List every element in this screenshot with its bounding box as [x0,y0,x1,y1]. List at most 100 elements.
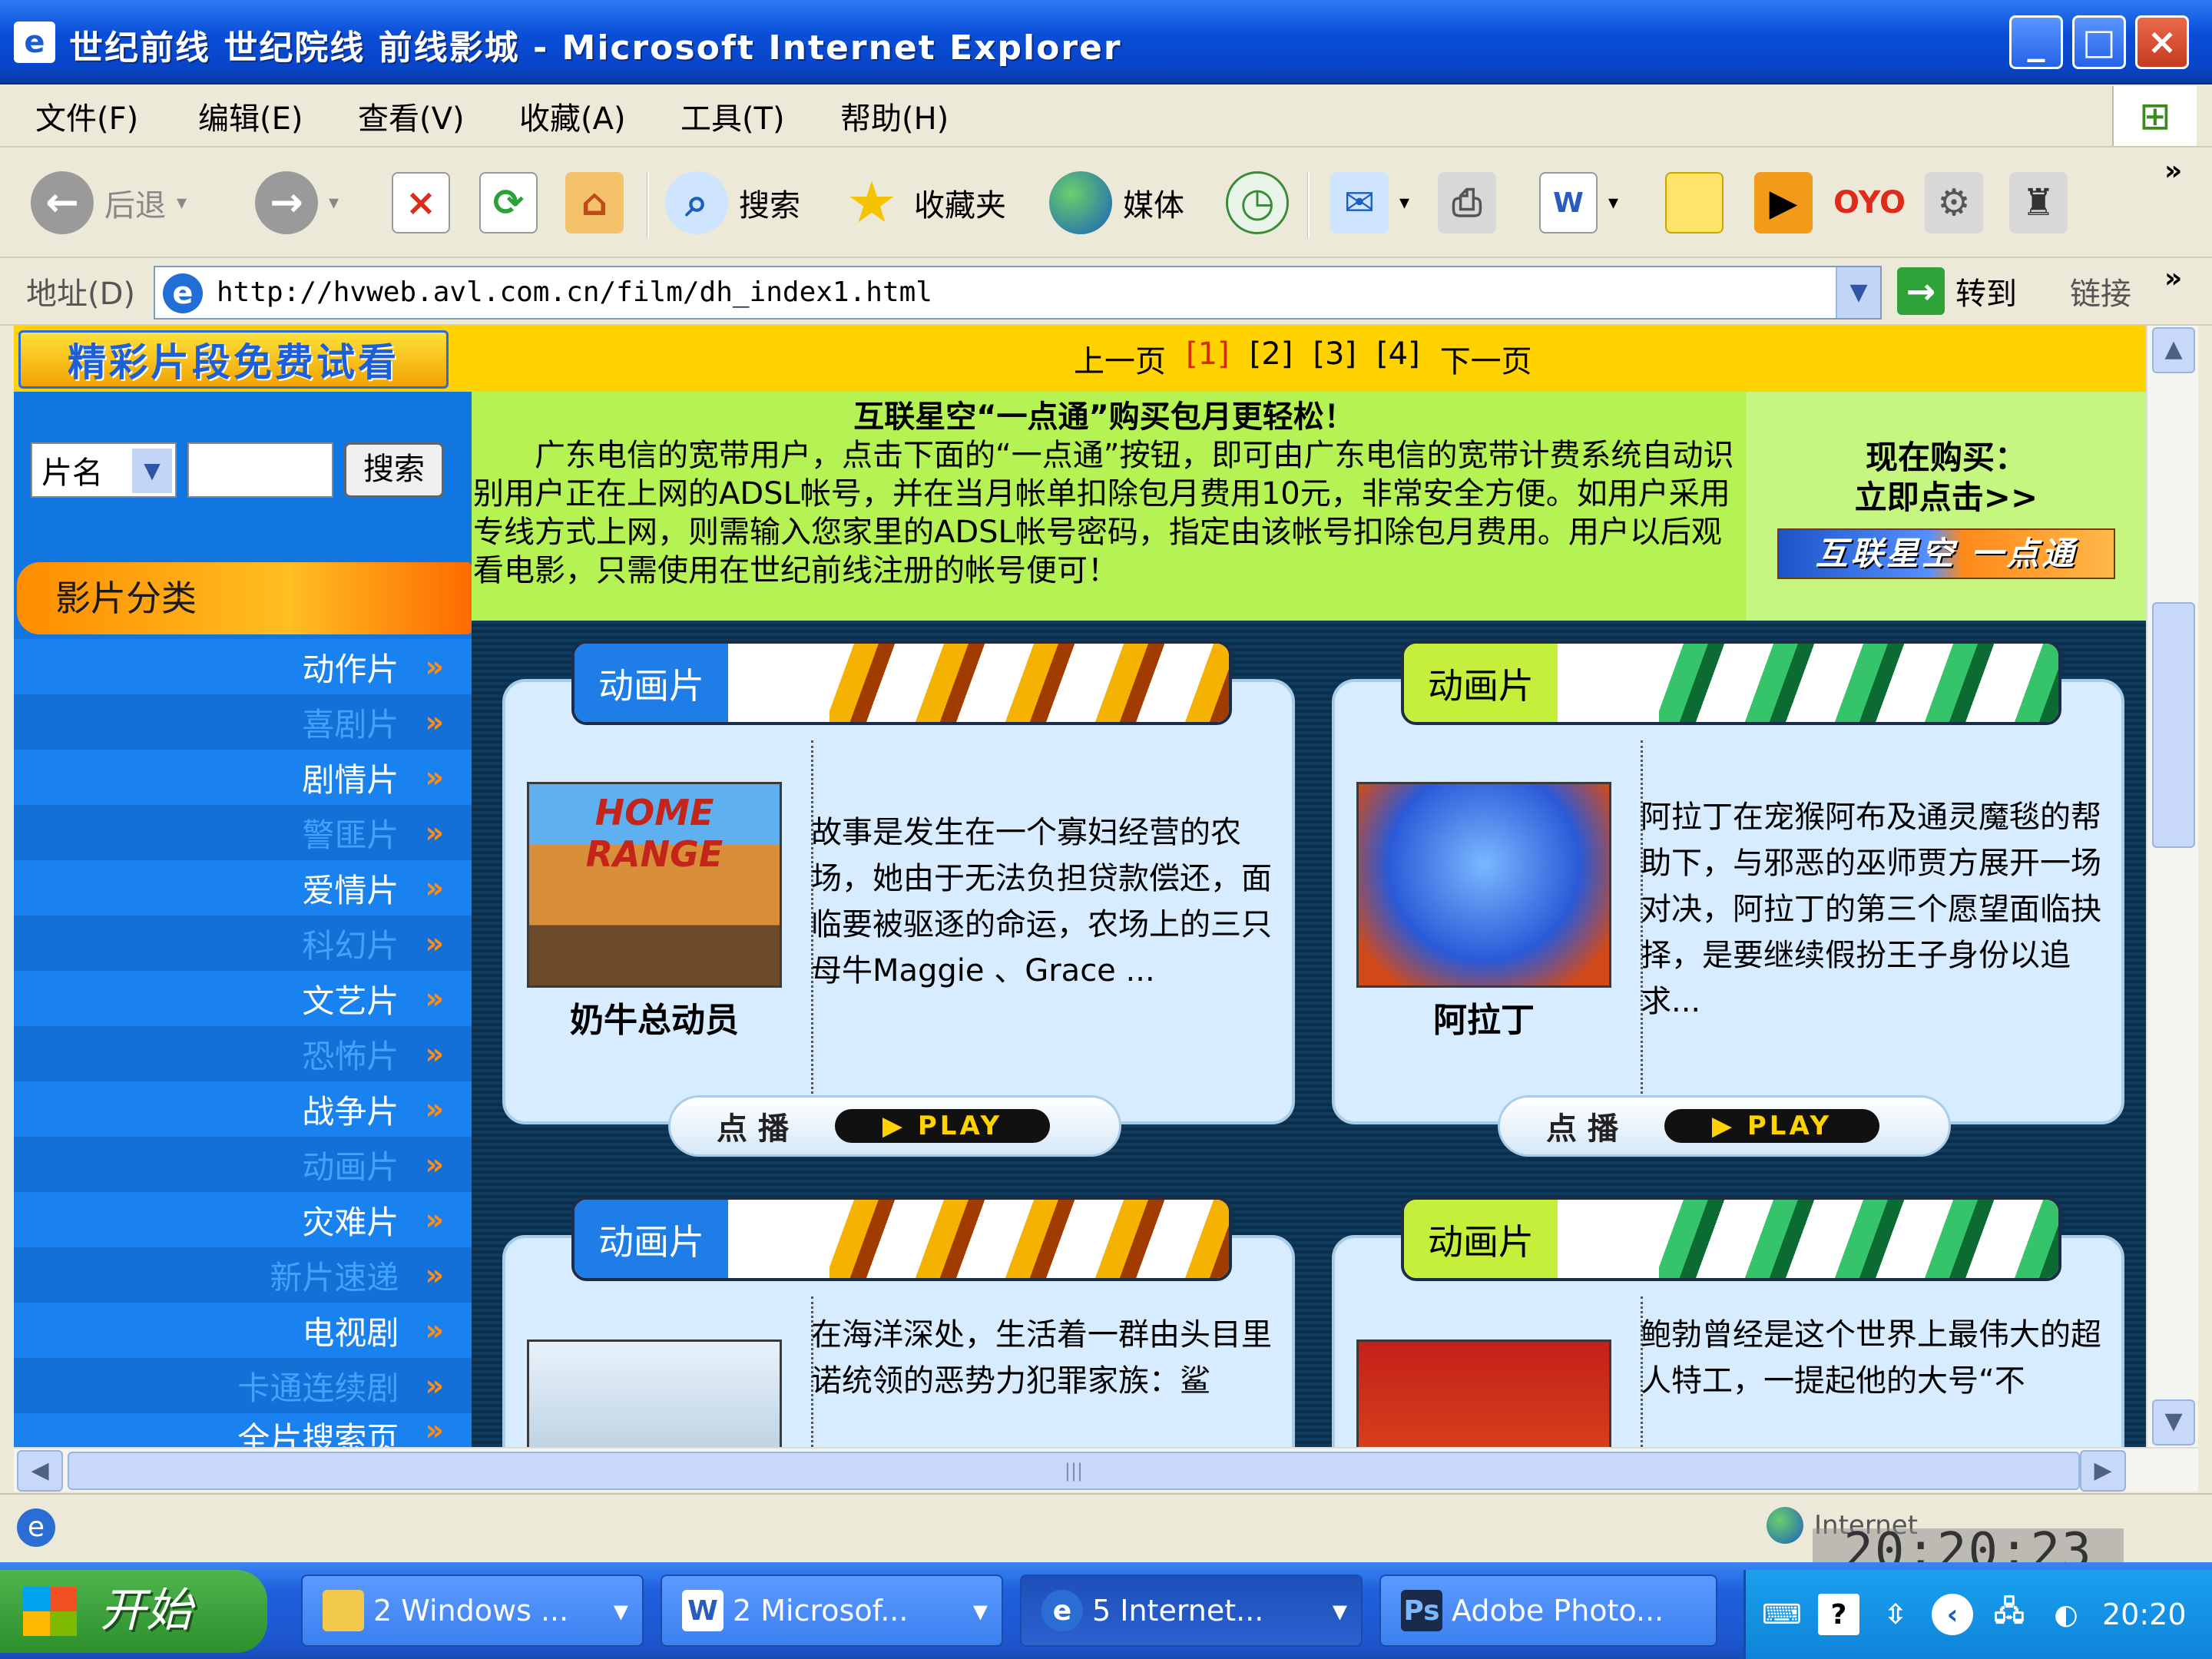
research-button[interactable]: ♜ [2009,166,2068,240]
menu-edit[interactable]: 编辑(E) [198,94,303,138]
play-bar[interactable]: 点播 ▶ PLAY [1498,1095,1951,1157]
category-item[interactable]: 警匪片 » [14,805,472,860]
menu-favorites[interactable]: 收藏(A) [519,94,626,138]
category-label: 电视剧 [302,1313,399,1352]
category-item[interactable]: 科幻片 » [14,916,472,971]
volume-icon[interactable]: ◐ [2045,1594,2087,1635]
category-item[interactable]: 新片速递 » [14,1247,472,1303]
site-search: 片名 ▼ 搜索 [31,442,444,498]
title-bar[interactable]: e 世纪前线 世纪院线 前线影城 - Microsoft Internet Ex… [0,0,2212,84]
menu-help[interactable]: 帮助(H) [840,94,949,138]
go-label: 转到 [1955,276,2017,312]
category-item[interactable]: 喜剧片 » [14,694,472,750]
movie-title[interactable]: 阿拉丁 [1356,992,1611,1041]
back-button[interactable]: ← 后退 ▾ [31,166,187,240]
favorites-button[interactable]: ★ 收藏夹 [840,166,1006,240]
double-arrow-icon: » [425,650,444,684]
media-player-button[interactable]: ▶ [1754,166,1813,240]
toolbar-overflow-icon[interactable]: » [2164,155,2182,187]
tool-button[interactable]: ⚙ [1925,166,1983,240]
page-link-1[interactable]: [1] [1186,336,1230,381]
movie-poster[interactable] [1356,782,1611,988]
favorites-star-icon: ★ [846,170,898,236]
menu-tools[interactable]: 工具(T) [680,94,785,138]
maximize-button[interactable]: □ [2072,15,2126,69]
address-input[interactable]: e http://hvweb.avl.com.cn/film/dh_index1… [154,266,1882,320]
next-page-link[interactable]: 下一页 [1440,336,1532,381]
scroll-right-icon[interactable]: ▶ [2080,1450,2126,1492]
links-overflow-icon[interactable]: » [2164,263,2182,294]
start-button[interactable]: 开始 [0,1570,267,1653]
buy-click-link[interactable]: 立即点击>> [1747,478,2146,518]
ime-icon[interactable]: ⇳ [1875,1594,1916,1635]
tray-expand-icon[interactable]: ‹ [1932,1594,1973,1635]
play-button[interactable]: ▶ PLAY [1664,1109,1879,1143]
minimize-button[interactable]: _ [2009,15,2063,69]
scroll-down-icon[interactable]: ▼ [2152,1399,2195,1445]
scroll-left-icon[interactable]: ◀ [17,1450,63,1492]
taskbar-item[interactable]: W 2 Microsof... ▾ [661,1575,1003,1647]
category-item[interactable]: 动画片 » [14,1137,472,1192]
address-url[interactable]: http://hvweb.avl.com.cn/film/dh_index1.h… [217,276,932,308]
back-dropdown-icon[interactable]: ▾ [177,191,187,214]
movie-poster[interactable] [527,1339,782,1447]
forward-button[interactable]: → ▾ [255,166,339,240]
help-icon[interactable]: ? [1818,1594,1859,1635]
prev-page-link[interactable]: 上一页 [1074,336,1166,381]
home-button[interactable]: ⌂ [565,166,624,240]
search-input[interactable] [187,442,333,498]
search-toolbar-button[interactable]: ⌕ 搜索 [665,166,800,240]
go-button[interactable]: → 转到 [1897,267,2017,315]
movie-poster[interactable]: HOME RANGE [527,782,782,988]
history-button[interactable]: ◷ [1226,166,1289,240]
category-item[interactable]: 爱情片 » [14,860,472,916]
keyboard-icon[interactable]: ⌨ [1761,1594,1803,1635]
search-type-select[interactable]: 片名 ▼ [31,442,177,498]
movie-title[interactable]: 奶牛总动员 [527,992,782,1041]
page-link-2[interactable]: [2] [1250,336,1293,381]
print-button[interactable]: ⎙ [1438,166,1496,240]
edit-word-button[interactable]: W ▾ [1539,166,1618,240]
double-arrow-icon: » [425,1369,444,1402]
taskbar-item[interactable]: e 5 Internet... ▾ [1020,1575,1363,1647]
vertical-scrollbar[interactable]: ▲ ▼ [2146,326,2198,1447]
address-dropdown-icon[interactable]: ▼ [1836,267,1880,318]
movie-poster[interactable] [1356,1339,1611,1447]
search-button[interactable]: 搜索 [344,442,444,498]
page-link-4[interactable]: [4] [1376,336,1420,381]
taskbar-item[interactable]: 2 Windows ... ▾ [301,1575,644,1647]
discuss-button[interactable] [1665,166,1724,240]
network-icon[interactable]: 🖧 [1988,1594,2030,1635]
media-button[interactable]: 媒体 [1049,166,1184,240]
refresh-button[interactable]: ⟳ [479,166,538,240]
category-item[interactable]: 动作片 » [14,639,472,694]
play-bar[interactable]: 点播 ▶ PLAY [668,1095,1121,1157]
site-banner[interactable]: 精彩片段免费试看 [18,330,449,389]
close-button[interactable]: × [2135,15,2189,69]
category-item[interactable]: 全片搜索页 » [14,1413,472,1447]
scroll-up-icon[interactable]: ▲ [2152,327,2195,373]
go-arrow-icon: → [1897,267,1945,315]
horizontal-scroll-thumb[interactable]: ||| [68,1452,2080,1490]
category-item[interactable]: 剧情片 » [14,750,472,805]
page-link-3[interactable]: [3] [1313,336,1356,381]
oyo-button[interactable]: OYO [1833,166,1906,240]
links-button[interactable]: 链接 [2070,269,2131,313]
category-item[interactable]: 灾难片 » [14,1192,472,1247]
on-demand-label[interactable]: 点播 [717,1104,800,1148]
menu-view[interactable]: 查看(V) [358,94,465,138]
menu-file[interactable]: 文件(F) [35,94,138,138]
category-item[interactable]: 战争片 » [14,1081,472,1137]
category-item[interactable]: 文艺片 » [14,971,472,1026]
vertical-scroll-thumb[interactable] [2152,602,2195,848]
horizontal-scrollbar[interactable]: ◀ ||| ▶ [14,1447,2198,1492]
taskbar-item[interactable]: Ps Adobe Photo... [1379,1575,1717,1647]
yidiantong-button[interactable]: 互联星空 一点通 [1777,528,2115,579]
stop-button[interactable]: × [392,166,450,240]
category-item[interactable]: 卡通连续剧 » [14,1358,472,1413]
on-demand-label[interactable]: 点播 [1546,1104,1629,1148]
category-item[interactable]: 电视剧 » [14,1303,472,1358]
category-item[interactable]: 恐怖片 » [14,1026,472,1081]
play-button[interactable]: ▶ PLAY [835,1109,1050,1143]
mail-button[interactable]: ✉ ▾ [1330,166,1409,240]
